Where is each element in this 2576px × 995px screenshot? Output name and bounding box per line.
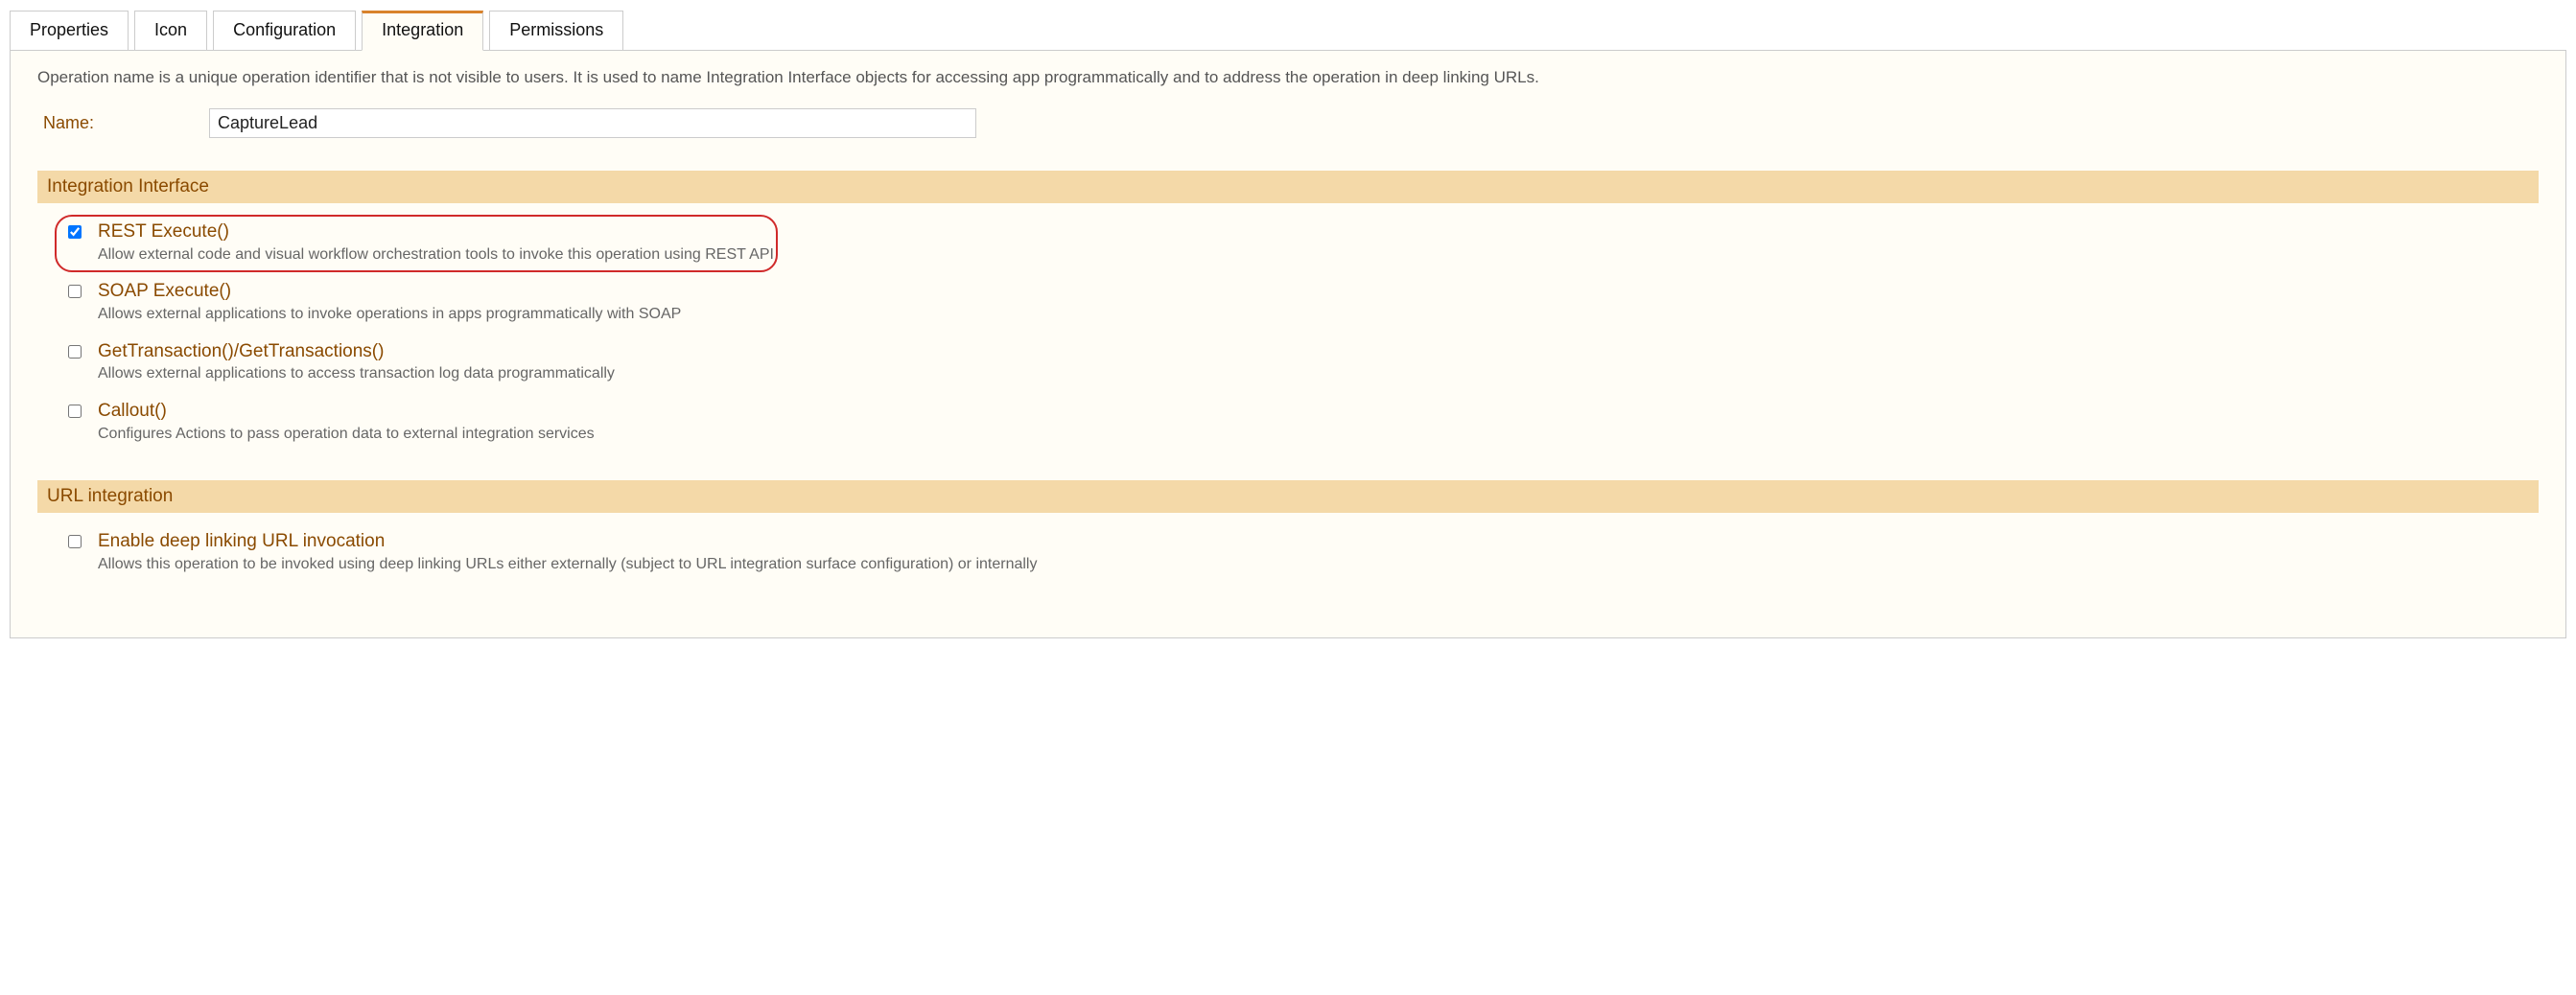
option-text: GetTransaction()/GetTransactions()Allows… <box>98 340 615 384</box>
tab-properties[interactable]: Properties <box>10 11 129 51</box>
option-desc: Allow external code and visual workflow … <box>98 244 774 266</box>
integration-panel: Operation name is a unique operation ide… <box>10 50 2566 638</box>
option-title: Enable deep linking URL invocation <box>98 530 1037 554</box>
option-row: Callout()Configures Actions to pass oper… <box>57 394 2539 450</box>
section-options: REST Execute()Allow external code and vi… <box>37 211 2539 480</box>
option-text: Callout()Configures Actions to pass oper… <box>98 400 595 444</box>
section-header: URL integration <box>37 480 2539 513</box>
option-desc: Allows external applications to invoke o… <box>98 304 681 325</box>
option-row: REST Execute()Allow external code and vi… <box>57 215 2539 270</box>
option-title: Callout() <box>98 400 595 424</box>
tab-configuration[interactable]: Configuration <box>213 11 356 51</box>
option-title: SOAP Execute() <box>98 280 681 304</box>
option-checkbox[interactable] <box>68 405 82 418</box>
option-text: SOAP Execute()Allows external applicatio… <box>98 280 681 324</box>
option-row: SOAP Execute()Allows external applicatio… <box>57 274 2539 330</box>
section-options: Enable deep linking URL invocationAllows… <box>37 521 2539 611</box>
option-desc: Allows external applications to access t… <box>98 363 615 384</box>
tab-permissions[interactable]: Permissions <box>489 11 623 51</box>
option-checkbox[interactable] <box>68 535 82 548</box>
option-row: GetTransaction()/GetTransactions()Allows… <box>57 335 2539 390</box>
intro-text: Operation name is a unique operation ide… <box>37 68 2539 87</box>
option-text: REST Execute()Allow external code and vi… <box>98 220 774 265</box>
option-checkbox[interactable] <box>68 225 82 239</box>
section-header: Integration Interface <box>37 171 2539 203</box>
tab-integration[interactable]: Integration <box>362 11 483 51</box>
option-text: Enable deep linking URL invocationAllows… <box>98 530 1037 574</box>
option-title: GetTransaction()/GetTransactions() <box>98 340 615 364</box>
option-desc: Configures Actions to pass operation dat… <box>98 424 595 445</box>
option-checkbox[interactable] <box>68 285 82 298</box>
option-title: REST Execute() <box>98 220 774 244</box>
name-label: Name: <box>43 113 94 133</box>
option-row: Enable deep linking URL invocationAllows… <box>57 524 2539 580</box>
option-checkbox[interactable] <box>68 345 82 359</box>
tab-icon[interactable]: Icon <box>134 11 207 51</box>
name-row: Name: <box>43 108 2539 138</box>
name-input[interactable] <box>209 108 976 138</box>
tab-bar: PropertiesIconConfigurationIntegrationPe… <box>10 10 2566 50</box>
option-desc: Allows this operation to be invoked usin… <box>98 554 1037 575</box>
